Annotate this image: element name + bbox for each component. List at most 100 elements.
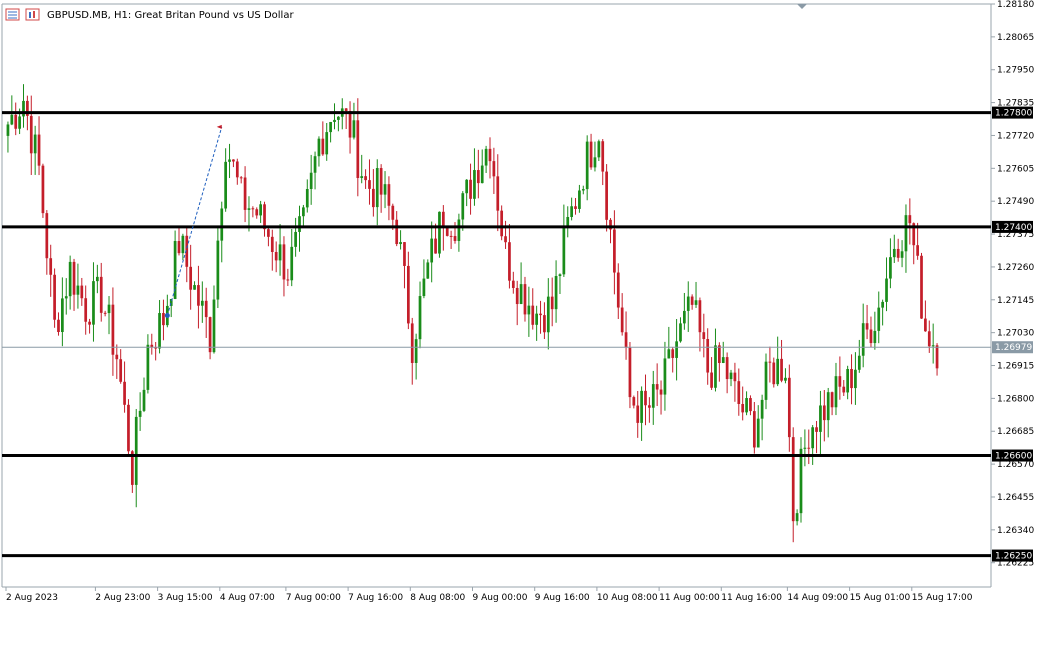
candle-body <box>473 170 476 199</box>
candle-body <box>200 300 204 306</box>
candle-body <box>142 389 146 411</box>
candle-body <box>235 161 239 178</box>
candle-body <box>651 384 655 408</box>
candle-body <box>585 141 589 190</box>
candle-body <box>18 116 21 129</box>
candle-body <box>900 251 904 258</box>
x-tick-label: 10 Aug 08:00 <box>597 593 658 603</box>
candle-body <box>632 397 636 406</box>
candle-body <box>515 287 519 305</box>
candle-body <box>480 165 484 184</box>
candle-body <box>636 405 640 423</box>
candle-body <box>220 208 224 241</box>
candle-body <box>360 176 364 179</box>
candle-body <box>387 184 391 206</box>
candle-body <box>574 206 577 209</box>
candle-body <box>333 119 336 122</box>
current-price-label: 1.26979 <box>995 343 1032 353</box>
candle-body <box>212 299 216 353</box>
candle-body <box>749 398 752 412</box>
candle-body <box>776 358 780 385</box>
candle-body <box>461 193 465 220</box>
candle-body <box>616 272 620 308</box>
candle-body <box>321 138 325 155</box>
chart-grid-icon[interactable] <box>5 8 20 21</box>
candle-body <box>302 207 305 217</box>
candle-body <box>504 236 507 243</box>
candle-body <box>733 372 737 382</box>
y-tick-label: 1.27375 <box>997 230 1034 240</box>
candle-body <box>721 357 725 364</box>
y-tick-label: 1.26225 <box>997 559 1034 569</box>
candle-body <box>706 339 710 373</box>
candle-body <box>41 165 45 214</box>
candle-body <box>372 188 375 208</box>
candle-body <box>772 362 776 385</box>
candle-body <box>57 319 60 333</box>
candle-body <box>270 236 274 252</box>
candle-body <box>348 111 352 138</box>
candle-body <box>438 211 441 254</box>
chart-background <box>0 0 1044 672</box>
candle-body <box>123 381 126 405</box>
candle-body <box>414 339 418 363</box>
candle-body <box>115 354 119 360</box>
chart-type-icon[interactable] <box>25 8 40 21</box>
candle-body <box>543 315 546 333</box>
trendline-start-point[interactable] <box>164 313 170 319</box>
candle-body <box>605 171 608 220</box>
candle-body <box>784 377 787 381</box>
candle-body <box>399 242 402 245</box>
candle-body <box>119 359 123 382</box>
candle-body <box>484 148 488 166</box>
candle-body <box>33 134 37 154</box>
candle-body <box>904 215 908 252</box>
candle-body <box>53 274 56 320</box>
y-tick-label: 1.27030 <box>997 329 1034 339</box>
candle-body <box>476 170 480 184</box>
candle-body <box>232 159 235 162</box>
candle-body <box>659 389 663 395</box>
candle-body <box>61 298 64 333</box>
candle-body <box>683 310 686 324</box>
x-tick-label: 2 Aug 23:00 <box>95 593 150 603</box>
candle-body <box>492 161 496 177</box>
candle-body <box>892 248 896 258</box>
candle-body <box>675 341 678 358</box>
candle-body <box>352 120 356 138</box>
candle-body <box>745 398 748 413</box>
candle-body <box>780 358 783 381</box>
candle-body <box>539 313 542 316</box>
candle-body <box>795 513 799 522</box>
candle-body <box>406 265 410 324</box>
candle-body <box>76 285 80 295</box>
candle-body <box>127 404 130 452</box>
candle-body <box>107 304 111 314</box>
x-tick-label: 3 Aug 15:00 <box>158 593 213 603</box>
candle-body <box>620 307 624 333</box>
y-tick-label: 1.26800 <box>997 394 1034 404</box>
candle-body <box>550 296 554 310</box>
x-tick-label: 15 Aug 01:00 <box>850 593 911 603</box>
candle-body <box>449 235 453 237</box>
candle-body <box>64 296 68 299</box>
candle-body <box>181 235 185 254</box>
candle-body <box>162 313 165 326</box>
candle-body <box>916 245 919 256</box>
candle-body <box>72 261 76 295</box>
candle-body <box>465 179 469 194</box>
candle-body <box>368 180 371 189</box>
candle-body <box>562 227 566 275</box>
y-tick-label: 1.27950 <box>997 66 1034 76</box>
candle-body <box>624 332 628 348</box>
y-tick-label: 1.27145 <box>997 296 1034 306</box>
x-tick-label: 7 Aug 16:00 <box>348 593 403 603</box>
y-tick-label: 1.26570 <box>997 460 1034 470</box>
x-tick-label: 11 Aug 00:00 <box>659 593 720 603</box>
price-chart[interactable]: 1.278001.274001.266001.262501.26979 1.28… <box>0 0 1044 672</box>
candle-body <box>189 266 193 290</box>
y-tick-label: 1.27260 <box>997 263 1034 273</box>
candle-body <box>523 284 527 315</box>
candle-body <box>686 296 690 311</box>
candle-body <box>717 345 721 364</box>
